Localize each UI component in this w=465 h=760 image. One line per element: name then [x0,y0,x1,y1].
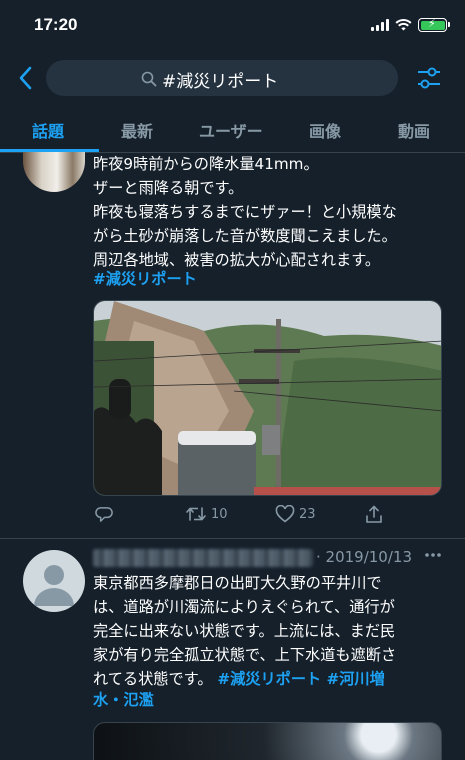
tweet-text-line: ザーと雨降る朝です。 [93,179,244,197]
search-icon [141,71,157,87]
tweet-text-line: 昨夜9時前からの降水量41mm。 [93,155,319,173]
landslide-photo-image [94,301,441,495]
search-tabs: 話題 最新 ユーザー 画像 動画 [0,107,465,153]
share-button[interactable] [365,505,383,524]
search-input[interactable]: #減災リポート [46,60,398,96]
tweet-photo[interactable] [93,722,442,760]
share-icon [366,505,382,523]
tweet-text-line: がら土砂が崩落した音が数度聞こえました。 [93,227,397,245]
retweet-icon [186,507,206,521]
heart-icon [275,505,295,523]
reply-button[interactable] [95,505,114,524]
wifi-icon [395,19,412,31]
default-user-icon [34,565,74,606]
avatar-default[interactable] [23,550,85,612]
tab-latest[interactable]: 最新 [121,118,153,142]
tab-users[interactable]: ユーザー [199,118,263,142]
tweet-photo[interactable] [93,300,442,496]
tweet-text-line: 家が有り完全孤立状態で、上下水道も遮断さ [93,646,397,664]
tab-videos[interactable]: 動画 [398,118,430,142]
more-options-icon[interactable] [424,552,442,558]
retweet-count: 10 [211,506,228,522]
tab-images[interactable]: 画像 [309,118,341,142]
tweet-text-line: は、道路が川濁流によりえぐられて、通行が [93,598,395,616]
retweet-button[interactable]: 10 [185,505,228,523]
search-query: #減災リポート [162,72,279,92]
like-button[interactable]: 23 [275,505,316,523]
tweet-text-line: 東京都西多摩郡日の出町大久野の平井川で [93,574,382,592]
battery-charging-icon: ⚡ [418,17,450,32]
tweet-text-fragment: れてる状態です。 [93,670,218,688]
status-icons: ⚡ [371,17,450,32]
tab-topics[interactable]: 話題 [32,118,64,142]
back-icon[interactable] [14,64,38,92]
tweet-date[interactable]: · 2019/10/13 [316,548,412,566]
reply-icon [95,507,113,522]
status-bar: 17:20 ⚡ [0,0,465,50]
like-count: 23 [299,506,316,522]
blurred-username[interactable] [93,549,313,567]
tweet-text-line: 完全に出来ない状態です。上流には、まだ民 [93,622,396,640]
tweet-text-line: 昨夜も寝落ちするまでにザァー！と小規模な [93,203,397,221]
tweet-actions: 10 23 [93,505,442,529]
hashtag-link[interactable]: #減災リポート [217,670,321,688]
filter-settings-icon[interactable] [416,65,442,91]
hashtag-link[interactable]: 水・氾濫 [93,688,154,712]
hashtag-link[interactable]: #減災リポート [93,267,197,291]
avatar[interactable] [23,152,85,192]
cellular-signal-icon [371,19,389,31]
tweet-divider [0,538,465,539]
hashtag-link[interactable]: #河川増 [321,670,385,688]
status-time: 17:20 [34,15,78,34]
